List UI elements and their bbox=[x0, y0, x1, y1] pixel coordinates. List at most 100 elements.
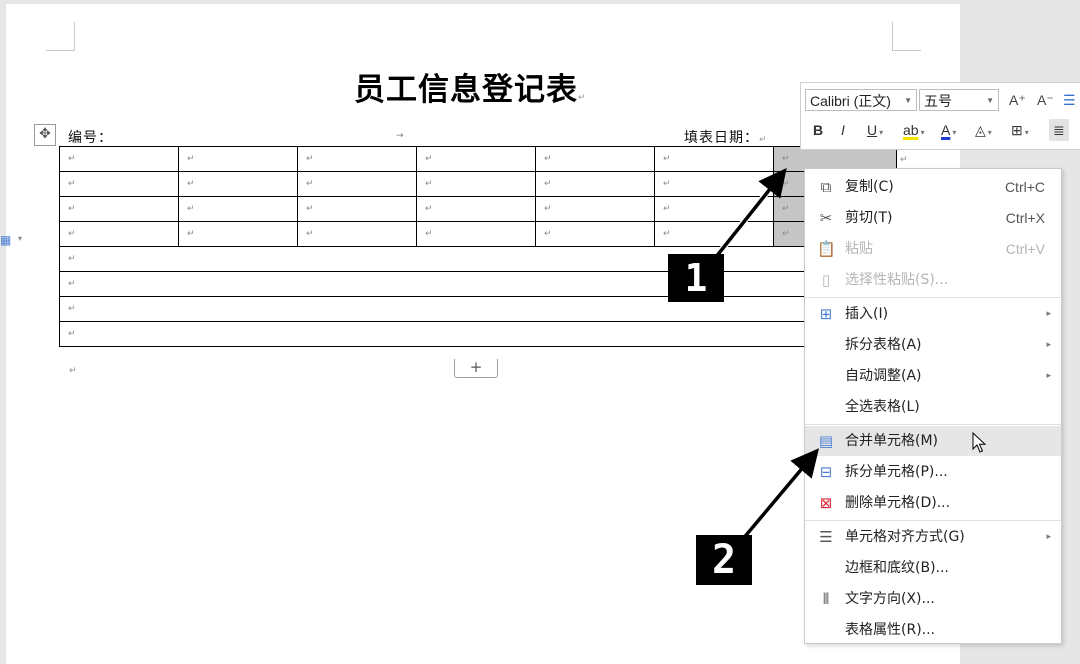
shrink-font-button[interactable]: A⁻ bbox=[1037, 89, 1054, 111]
paragraph-mark: ↵ bbox=[578, 93, 587, 103]
menu-item-10[interactable]: ⊟ 拆分单元格(P)... bbox=[805, 457, 1061, 487]
table-cell[interactable]: ↵ bbox=[297, 171, 417, 197]
table-row[interactable]: ↵ ↵ ↵ ↵ ↵ ↵ ↵ bbox=[59, 146, 897, 172]
table-row[interactable]: ↵ bbox=[59, 271, 897, 297]
menu-item-shortcut: Ctrl+V bbox=[1005, 241, 1045, 257]
step-2-badge: 2 bbox=[696, 535, 752, 585]
menu-item-6[interactable]: 拆分表格(A) ▸ bbox=[805, 330, 1061, 360]
table-cell[interactable]: ↵ bbox=[59, 271, 897, 297]
fill-date-label[interactable]: 填表日期：↵ bbox=[684, 127, 768, 147]
menu-item-label: 选择性粘贴(S)... bbox=[845, 272, 949, 288]
add-row-button[interactable]: + bbox=[454, 359, 498, 378]
menu-item-label: 表格属性(R)... bbox=[845, 622, 936, 638]
table-row[interactable]: ↵ ↵ ↵ ↵ ↵ ↵ ↵ bbox=[59, 196, 897, 222]
grow-font-button[interactable]: A⁺ bbox=[1009, 89, 1026, 111]
layout-options-icon[interactable]: ▦ bbox=[0, 233, 11, 247]
bold-button[interactable]: B bbox=[813, 119, 823, 141]
table-row[interactable]: ↵ bbox=[59, 296, 897, 322]
align-button[interactable]: ≣ bbox=[1049, 119, 1069, 141]
font-color-button[interactable]: A ▾ bbox=[941, 119, 956, 141]
menu-item-label: 边框和底纹(B)... bbox=[845, 560, 949, 576]
menu-item-8[interactable]: 全选表格(L) bbox=[805, 392, 1061, 422]
context-menu: ⧉ 复制(C) Ctrl+C ✂ 剪切(T) Ctrl+X 📋 粘贴 Ctrl+V ▯ 选择性粘贴(… bbox=[804, 168, 1062, 644]
cell-align-icon: ☰ bbox=[819, 528, 833, 546]
menu-separator bbox=[805, 520, 1061, 521]
table-cell[interactable]: ↵ bbox=[59, 196, 179, 222]
line-spacing-icon[interactable]: ☰ bbox=[1063, 89, 1076, 111]
menu-item-label: 删除单元格(D)... bbox=[845, 495, 951, 511]
table-cell[interactable]: ↵ bbox=[654, 221, 774, 247]
table-cell[interactable]: ↵ bbox=[178, 196, 298, 222]
menu-item-label: 剪切(T) bbox=[845, 210, 893, 226]
table-cell[interactable]: ↵ bbox=[178, 221, 298, 247]
menu-item-11[interactable]: ⊠ 删除单元格(D)... bbox=[805, 488, 1061, 518]
shading-button[interactable]: ◬ ▾ bbox=[975, 119, 992, 141]
chevron-down-icon: ▼ bbox=[986, 96, 994, 105]
borders-button[interactable]: ⊞ ▾ bbox=[1011, 119, 1029, 141]
menu-item-15[interactable]: 表格属性(R)... bbox=[805, 615, 1061, 645]
menu-item-label: 文字方向(X)... bbox=[845, 591, 935, 607]
table-row[interactable]: ↵ ↵ ↵ ↵ ↵ ↵ ↵ bbox=[59, 221, 897, 247]
scissors-icon: ✂ bbox=[819, 209, 833, 227]
table-cell[interactable]: ↵ bbox=[59, 146, 179, 172]
menu-item-12[interactable]: ☰ 单元格对齐方式(G) ▸ bbox=[805, 522, 1061, 552]
chevron-down-icon[interactable]: ▾ bbox=[18, 234, 22, 243]
table-cell[interactable]: ↵ bbox=[416, 171, 536, 197]
table-cell[interactable]: ↵ bbox=[59, 171, 179, 197]
paint-bucket-icon: ◬ bbox=[975, 122, 986, 138]
table-cell[interactable]: ↵ bbox=[654, 196, 774, 222]
menu-item-1[interactable]: ⧉ 复制(C) Ctrl+C bbox=[805, 172, 1061, 202]
menu-item-9[interactable]: ▤ 合并单元格(M) bbox=[805, 426, 1061, 456]
font-size-select[interactable]: 五号 ▼ bbox=[919, 89, 999, 111]
table-cell[interactable]: ↵ bbox=[178, 146, 298, 172]
italic-button[interactable]: I bbox=[841, 119, 845, 141]
underline-button[interactable]: U ▾ bbox=[867, 119, 883, 141]
table-row[interactable]: ↵ ↵ ↵ ↵ ↵ ↵ ↵ bbox=[59, 171, 897, 197]
document-title[interactable]: 员工信息登记表↵ bbox=[354, 64, 587, 109]
table-cell[interactable]: ↵ bbox=[59, 246, 897, 272]
table-cell[interactable]: ↵ bbox=[535, 196, 655, 222]
paste-special-icon: ▯ bbox=[821, 271, 831, 289]
step-1-badge: 1 bbox=[668, 254, 724, 302]
table-cell[interactable]: ↵ bbox=[416, 221, 536, 247]
menu-item-label: 全选表格(L) bbox=[845, 399, 920, 415]
table-cell[interactable]: ↵ bbox=[535, 146, 655, 172]
floating-format-toolbar: Calibri (正文) ▼ 五号 ▼ A⁺ A⁻ ☰ B I U ▾ ab ▾ A ▾ … bbox=[800, 82, 1080, 150]
table-cell[interactable]: ↵ bbox=[297, 146, 417, 172]
menu-item-label: 复制(C) bbox=[845, 179, 894, 195]
paragraph-mark: ↵ bbox=[69, 366, 77, 376]
table-cell[interactable]: ↵ bbox=[59, 221, 179, 247]
table-cell[interactable]: ↵ bbox=[654, 146, 774, 172]
table-cell[interactable]: ↵ bbox=[535, 221, 655, 247]
table-move-handle-icon[interactable]: ✥ bbox=[34, 124, 56, 146]
menu-item-label: 插入(I) bbox=[845, 306, 889, 322]
menu-item-13[interactable]: 边框和底纹(B)... bbox=[805, 553, 1061, 583]
serial-number-label[interactable]: 编号： bbox=[68, 127, 113, 147]
menu-item-2[interactable]: ✂ 剪切(T) Ctrl+X bbox=[805, 203, 1061, 233]
table-cell[interactable]: ↵ bbox=[416, 196, 536, 222]
table-cell[interactable]: ↵ bbox=[297, 196, 417, 222]
table-cell[interactable]: ↵ bbox=[535, 171, 655, 197]
tab-mark: → bbox=[396, 131, 404, 141]
table-cell[interactable]: ↵ bbox=[654, 171, 774, 197]
table-cell[interactable]: ↵ bbox=[59, 296, 897, 322]
crop-mark-top-left bbox=[46, 22, 75, 51]
employee-info-table[interactable]: ↵ ↵ ↵ ↵ ↵ ↵ ↵ ↵ ↵ ↵ ↵ ↵ ↵ ↵ ↵ ↵ ↵ ↵ ↵ ↵ ↵ ↵ ↵ ↵ ↵ ↵ ↵ ↵ ↵ ↵ ↵ ↵ bbox=[59, 146, 897, 347]
align-lines-icon: ≣ bbox=[1053, 122, 1065, 138]
table-cell[interactable]: ↵ bbox=[178, 171, 298, 197]
table-cell[interactable]: ↵ bbox=[416, 146, 536, 172]
menu-separator bbox=[805, 424, 1061, 425]
menu-item-7[interactable]: 自动调整(A) ▸ bbox=[805, 361, 1061, 391]
table-cell[interactable]: ↵ bbox=[59, 321, 897, 347]
menu-item-3: 📋 粘贴 Ctrl+V bbox=[805, 234, 1061, 264]
table-cell[interactable]: ↵ bbox=[297, 221, 417, 247]
highlight-button[interactable]: ab ▾ bbox=[903, 119, 925, 141]
menu-item-14[interactable]: ⫴ 文字方向(X)... bbox=[805, 584, 1061, 614]
table-row[interactable]: ↵ bbox=[59, 321, 897, 347]
font-name-select[interactable]: Calibri (正文) ▼ bbox=[805, 89, 917, 111]
merge-cells-icon: ▤ bbox=[818, 432, 834, 450]
row-end-mark: ↵ bbox=[900, 155, 908, 165]
submenu-arrow-icon: ▸ bbox=[1046, 532, 1051, 542]
menu-item-5[interactable]: ⊞ 插入(I) ▸ bbox=[805, 299, 1061, 329]
table-row[interactable]: ↵ bbox=[59, 246, 897, 272]
